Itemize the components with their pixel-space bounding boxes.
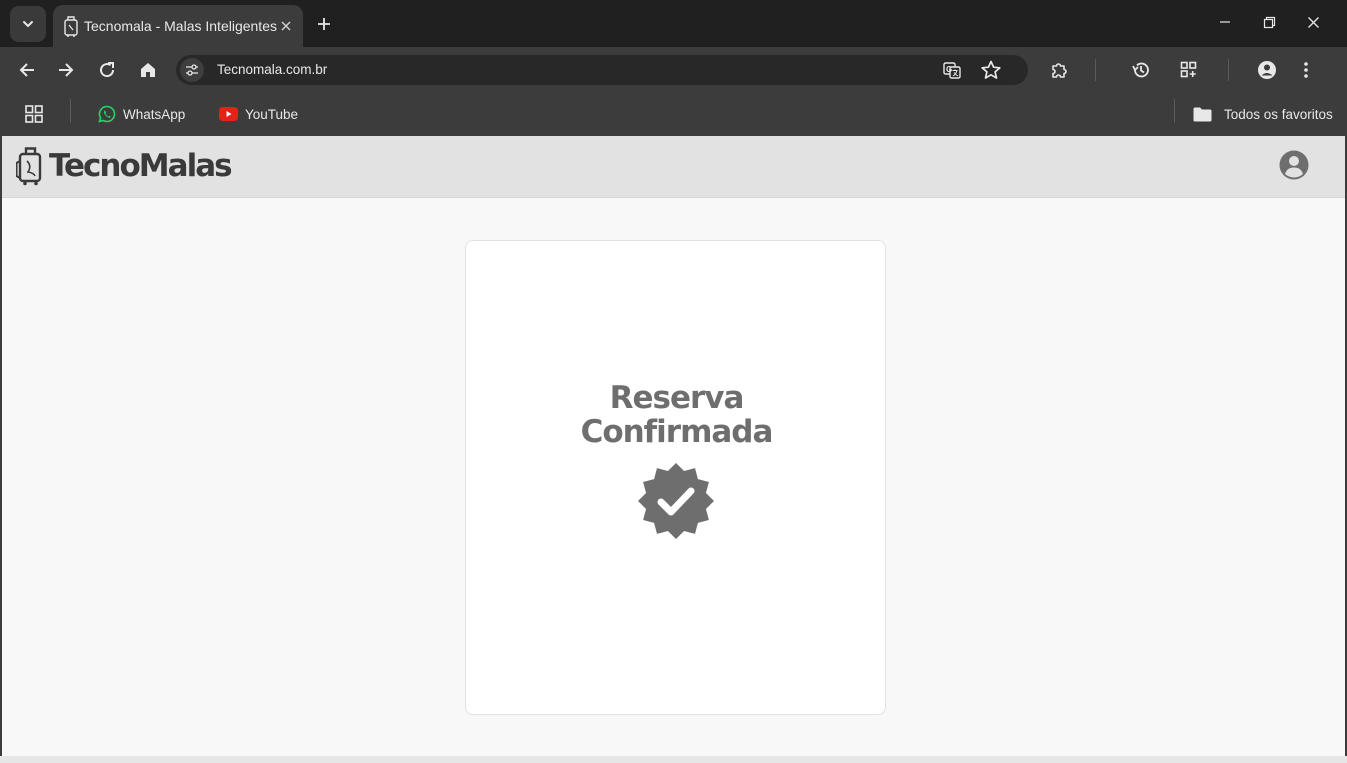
close-window-button[interactable]: [1298, 8, 1328, 36]
plus-icon: [318, 18, 330, 30]
all-bookmarks-label: Todos os favoritos: [1224, 106, 1333, 122]
url-text: Tecnomala.com.br: [217, 62, 328, 77]
confirmation-title-line-2: Confirmada: [580, 414, 774, 450]
puzzle-icon: [1052, 63, 1067, 78]
bookmark-youtube[interactable]: YouTube: [219, 101, 298, 127]
browser-tab[interactable]: Tecnomala - Malas Inteligentes: [53, 5, 303, 47]
confirmation-title: Reserva Confirmada: [466, 381, 887, 449]
forward-button[interactable]: [51, 55, 81, 85]
tab-title: Tecnomala - Malas Inteligentes: [84, 18, 277, 34]
reload-icon: [100, 62, 115, 78]
close-icon: [281, 21, 291, 31]
reload-button[interactable]: [92, 55, 122, 85]
minimize-button[interactable]: [1210, 8, 1240, 36]
history-button[interactable]: [1126, 55, 1156, 85]
tab-search-button[interactable]: [10, 6, 46, 42]
apps-shortcut[interactable]: [25, 101, 43, 127]
apps-grid-icon: [25, 105, 43, 123]
more-vert-icon: [1304, 62, 1308, 78]
arrow-right-icon: [59, 63, 74, 77]
folder-icon: [1192, 105, 1212, 123]
account-button[interactable]: [1278, 149, 1310, 181]
confirmation-card: Reserva Confirmada: [465, 240, 886, 715]
close-icon: [1307, 16, 1319, 28]
profile-icon: [1258, 61, 1276, 79]
suitcase-icon: [61, 15, 81, 37]
star-icon: [981, 60, 1001, 79]
browser-toolbar: Tecnomala.com.br G: [0, 47, 1347, 93]
profile-button[interactable]: [1252, 55, 1282, 85]
bookmark-star-button[interactable]: [979, 58, 1003, 82]
tune-icon: [186, 64, 198, 76]
bookmarks-divider: [1174, 99, 1175, 123]
youtube-icon: [219, 105, 238, 123]
apps-add-icon: [1180, 61, 1197, 78]
extensions-button[interactable]: [1044, 55, 1074, 85]
translate-icon: G: [943, 62, 961, 79]
arrow-left-icon: [19, 63, 34, 77]
menu-button[interactable]: [1291, 55, 1321, 85]
verified-badge-icon: [636, 461, 716, 541]
history-icon: [1132, 62, 1149, 78]
tab-groups-button[interactable]: [1174, 55, 1204, 85]
home-icon: [141, 63, 155, 77]
site-logo[interactable]: TecnoMalas: [16, 142, 233, 190]
tab-strip: Tecnomala - Malas Inteligentes: [0, 0, 1347, 47]
close-tab-button[interactable]: [277, 17, 295, 35]
restore-icon: [1263, 16, 1275, 28]
toolbar-divider: [1095, 59, 1096, 81]
bookmark-label: YouTube: [245, 106, 299, 122]
bookmarks-divider: [70, 99, 71, 123]
restore-button[interactable]: [1254, 8, 1284, 36]
all-bookmarks-folder[interactable]: Todos os favoritos: [1192, 101, 1333, 127]
confirmation-title-line-1: Reserva: [609, 380, 745, 416]
bottom-edge: [0, 756, 1347, 763]
home-button[interactable]: [133, 55, 163, 85]
address-bar[interactable]: Tecnomala.com.br G: [176, 55, 1028, 85]
svg-text:G: G: [946, 65, 952, 74]
account-circle-icon: [1279, 150, 1309, 180]
brand-name: TecnoMalas: [49, 148, 233, 184]
page-viewport: TecnoMalas Reserva Confirmada: [2, 136, 1345, 756]
bookmark-label: WhatsApp: [123, 106, 186, 122]
toolbar-divider: [1228, 59, 1229, 81]
back-button[interactable]: [12, 55, 42, 85]
site-settings-button[interactable]: [180, 58, 204, 82]
bookmarks-bar: WhatsApp YouTube Todos os favoritos: [0, 93, 1347, 136]
bookmark-whatsapp[interactable]: WhatsApp: [98, 101, 185, 127]
suitcase-icon: [16, 147, 42, 186]
site-header: TecnoMalas: [2, 136, 1345, 198]
new-tab-button[interactable]: [311, 11, 337, 37]
whatsapp-icon: [98, 105, 116, 123]
minimize-icon: [1220, 21, 1230, 23]
translate-button[interactable]: G: [940, 58, 964, 82]
chevron-down-icon: [23, 21, 33, 27]
